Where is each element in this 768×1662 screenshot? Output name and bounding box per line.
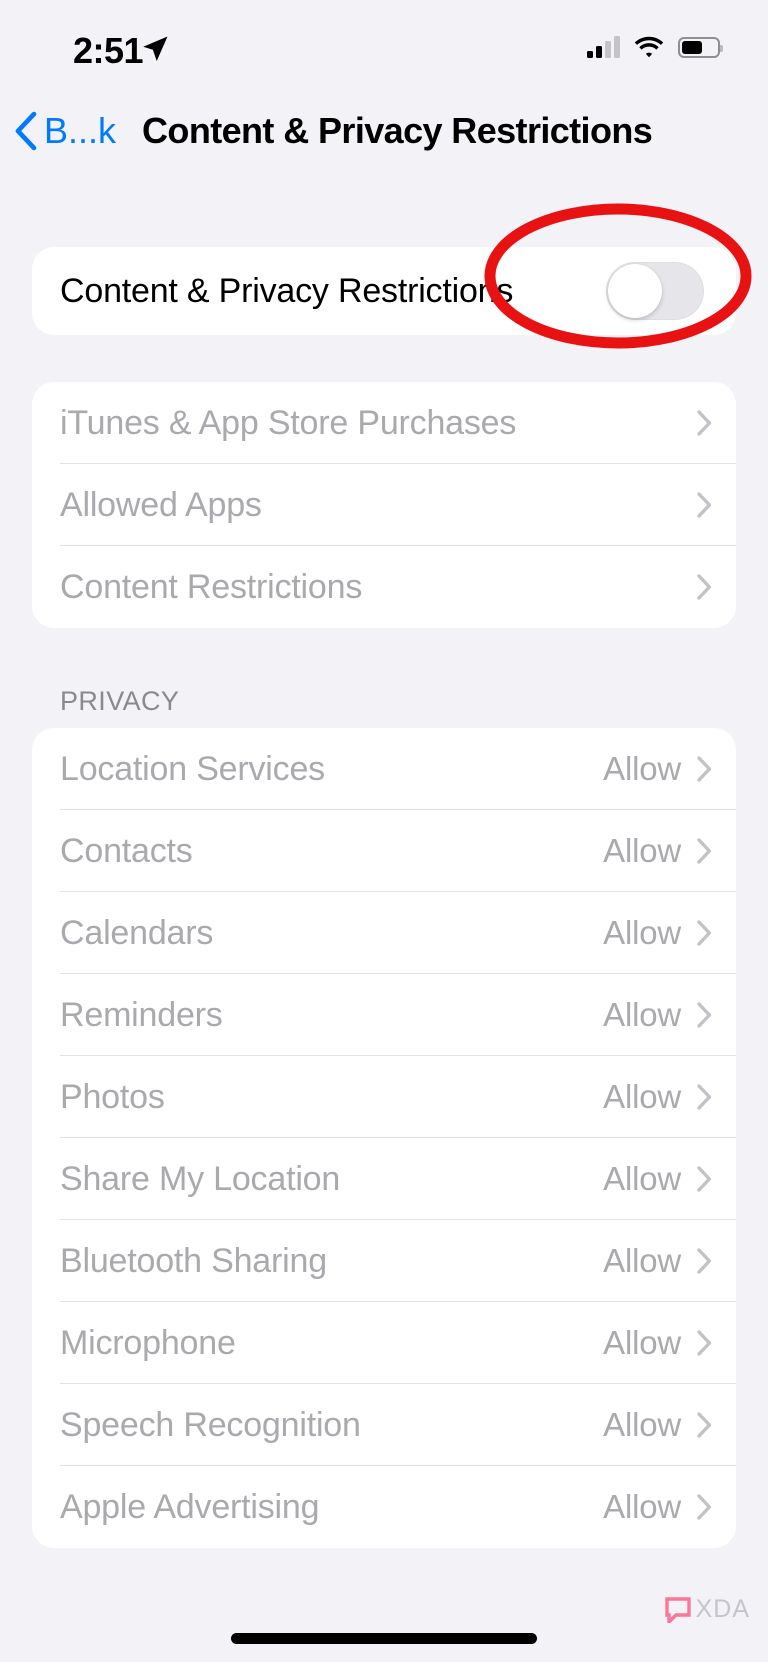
privacy-row-accessory: Allow xyxy=(603,750,736,788)
home-indicator[interactable] xyxy=(231,1633,537,1644)
restrictions-row-accessory xyxy=(697,410,736,436)
content-privacy-restrictions-toggle[interactable] xyxy=(606,262,704,320)
privacy-row[interactable]: Location Services Allow xyxy=(32,728,736,810)
privacy-label: Reminders xyxy=(60,995,223,1034)
restrictions-row[interactable]: Allowed Apps xyxy=(32,464,736,546)
privacy-value: Allow xyxy=(603,1406,681,1443)
privacy-label: Share My Location xyxy=(60,1159,341,1198)
privacy-row[interactable]: Apple Advertising Allow xyxy=(32,1466,736,1548)
privacy-row-accessory: Allow xyxy=(603,1242,736,1280)
restrictions-label: Allowed Apps xyxy=(60,485,262,524)
privacy-row-accessory: Allow xyxy=(603,832,736,870)
privacy-value: Allow xyxy=(603,914,681,951)
privacy-value: Allow xyxy=(603,1324,681,1361)
privacy-value: Allow xyxy=(603,1488,681,1525)
privacy-row[interactable]: Contacts Allow xyxy=(32,810,736,892)
iphone-screen: 2:51 B...k Content & Privacy Restriction… xyxy=(0,0,768,1662)
privacy-row[interactable]: Calendars Allow xyxy=(32,892,736,974)
xda-logo-icon xyxy=(664,1596,691,1623)
privacy-value: Allow xyxy=(603,832,681,869)
chevron-right-icon xyxy=(697,410,712,436)
status-bar: 2:51 xyxy=(0,0,768,96)
privacy-row[interactable]: Reminders Allow xyxy=(32,974,736,1056)
location-arrow-icon xyxy=(143,36,168,61)
privacy-row-accessory: Allow xyxy=(603,1078,736,1116)
privacy-value: Allow xyxy=(603,1242,681,1279)
chevron-right-icon xyxy=(697,1248,712,1274)
privacy-row-accessory: Allow xyxy=(603,1488,736,1526)
content-privacy-restrictions-label: Content & Privacy Restrictions xyxy=(60,271,514,310)
chevron-right-icon xyxy=(697,1412,712,1438)
wifi-icon xyxy=(634,36,664,58)
chevron-left-icon xyxy=(15,111,37,151)
cellular-signal-icon xyxy=(587,36,620,58)
privacy-row[interactable]: Photos Allow xyxy=(32,1056,736,1138)
chevron-right-icon xyxy=(697,574,712,600)
status-bar-indicators xyxy=(587,36,723,58)
privacy-value: Allow xyxy=(603,1078,681,1115)
privacy-label: Location Services xyxy=(60,749,325,788)
privacy-section-header: PRIVACY xyxy=(60,686,180,716)
restrictions-row-accessory xyxy=(697,492,736,518)
restrictions-row[interactable]: iTunes & App Store Purchases xyxy=(32,382,736,464)
privacy-value: Allow xyxy=(603,750,681,787)
privacy-label: Speech Recognition xyxy=(60,1405,361,1444)
restrictions-label: iTunes & App Store Purchases xyxy=(60,403,517,442)
privacy-row[interactable]: Microphone Allow xyxy=(32,1302,736,1384)
restrictions-row[interactable]: Content Restrictions xyxy=(32,546,736,628)
privacy-value: Allow xyxy=(603,1160,681,1197)
restrictions-group-card: iTunes & App Store Purchases Allowed Apps… xyxy=(32,382,736,628)
restrictions-row-accessory xyxy=(697,574,736,600)
chevron-right-icon xyxy=(697,1330,712,1356)
privacy-label: Photos xyxy=(60,1077,165,1116)
xda-watermark: XDA xyxy=(664,1595,750,1624)
chevron-right-icon xyxy=(697,1084,712,1110)
status-bar-time: 2:51 xyxy=(73,30,144,71)
privacy-row-accessory: Allow xyxy=(603,1324,736,1362)
content-privacy-restrictions-card: Content & Privacy Restrictions xyxy=(32,247,736,335)
privacy-row-accessory: Allow xyxy=(603,996,736,1034)
privacy-row-accessory: Allow xyxy=(603,914,736,952)
privacy-row-accessory: Allow xyxy=(603,1160,736,1198)
privacy-row[interactable]: Bluetooth Sharing Allow xyxy=(32,1220,736,1302)
privacy-label: Apple Advertising xyxy=(60,1487,320,1526)
privacy-group-card: Location Services Allow Contacts Allow Calen… xyxy=(32,728,736,1548)
navigation-bar: B...k Content & Privacy Restrictions xyxy=(0,100,768,162)
chevron-right-icon xyxy=(697,1166,712,1192)
toggle-knob xyxy=(608,264,662,318)
chevron-right-icon xyxy=(697,492,712,518)
privacy-row[interactable]: Speech Recognition Allow xyxy=(32,1384,736,1466)
privacy-label: Microphone xyxy=(60,1323,236,1362)
page-title: Content & Privacy Restrictions xyxy=(142,110,653,151)
chevron-right-icon xyxy=(697,838,712,864)
chevron-right-icon xyxy=(697,1002,712,1028)
privacy-row-accessory: Allow xyxy=(603,1406,736,1444)
privacy-label: Calendars xyxy=(60,913,214,952)
chevron-right-icon xyxy=(697,756,712,782)
restrictions-label: Content Restrictions xyxy=(60,567,363,606)
privacy-value: Allow xyxy=(603,996,681,1033)
back-button-label: B...k xyxy=(44,110,117,151)
battery-icon xyxy=(678,36,723,58)
privacy-label: Contacts xyxy=(60,831,193,870)
back-button[interactable]: B...k xyxy=(14,110,116,152)
xda-watermark-text: XDA xyxy=(695,1595,750,1623)
privacy-row[interactable]: Share My Location Allow xyxy=(32,1138,736,1220)
chevron-right-icon xyxy=(697,920,712,946)
content-privacy-restrictions-row[interactable]: Content & Privacy Restrictions xyxy=(32,247,736,335)
privacy-label: Bluetooth Sharing xyxy=(60,1241,327,1280)
chevron-right-icon xyxy=(697,1494,712,1520)
